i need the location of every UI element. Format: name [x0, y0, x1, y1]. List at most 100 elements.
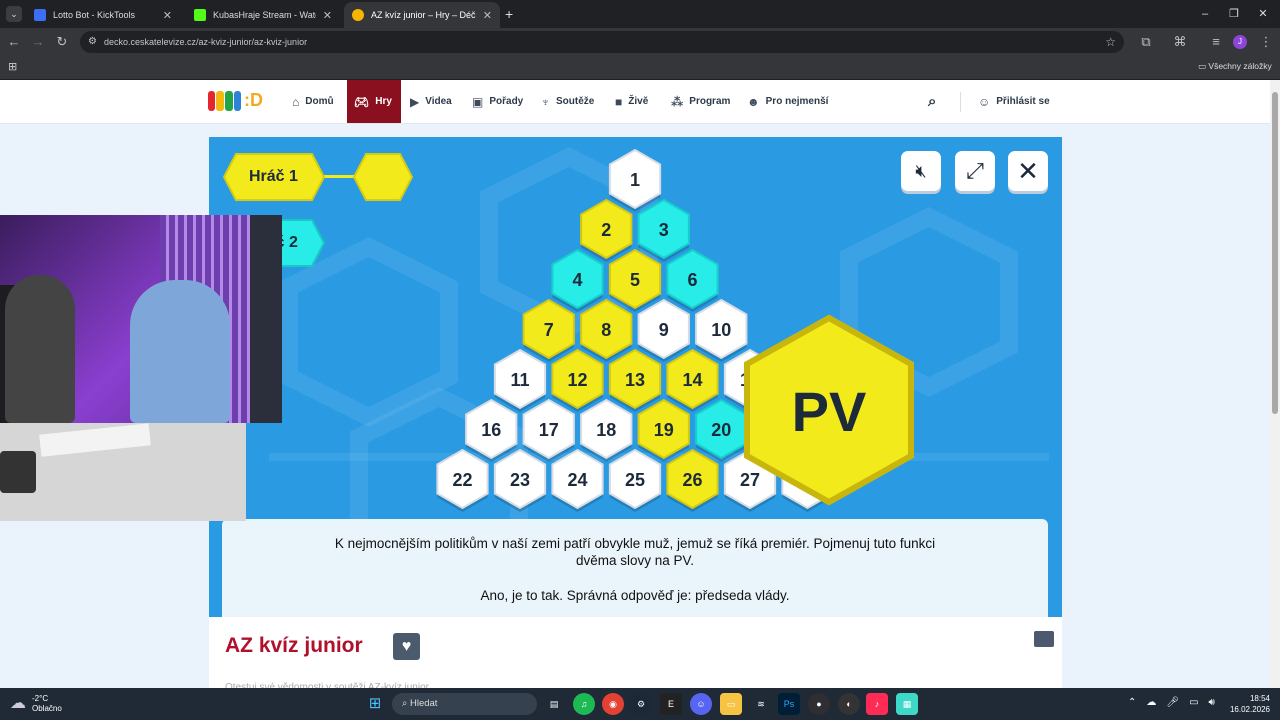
notes-icon[interactable]: ▦ — [896, 693, 918, 715]
header-divider — [960, 92, 961, 112]
hex-tile-7[interactable]: 7 — [522, 298, 575, 362]
hex-tile-number: 20 — [711, 420, 731, 440]
tab-search-button[interactable]: ⌄ — [6, 6, 22, 22]
hex-tile-4[interactable]: 4 — [551, 248, 604, 312]
hex-tile-18[interactable]: 18 — [580, 398, 633, 462]
hex-tile-23[interactable]: 23 — [493, 448, 547, 512]
new-tab-button[interactable]: + — [505, 6, 513, 22]
hex-tile-14[interactable]: 14 — [666, 348, 719, 412]
tab-lotto-bot[interactable]: Lotto Bot - KickTools ✕ — [26, 2, 180, 28]
hex-tile-6[interactable]: 6 — [666, 248, 719, 312]
hex-tile-17[interactable]: 17 — [522, 398, 575, 462]
hex-tile-12[interactable]: 12 — [551, 348, 604, 412]
reload-icon[interactable]: ↻ — [52, 32, 72, 52]
hex-tile-number: 18 — [596, 420, 616, 440]
site-info-icon[interactable]: ⚙ — [88, 31, 97, 53]
steam-icon[interactable]: ⚙ — [630, 693, 652, 715]
close-window-button[interactable]: ✕ — [1250, 4, 1276, 24]
system-tray[interactable]: ⌃☁🎤︎▭🔊︎ — [1128, 697, 1225, 708]
forward-icon[interactable]: → — [28, 32, 48, 52]
obs-icon[interactable]: ● — [808, 693, 830, 715]
hex-tile-number: 11 — [510, 370, 529, 390]
hex-tile-16[interactable]: 16 — [465, 398, 518, 462]
mute-button[interactable]: 🔇︎ — [901, 151, 941, 191]
tab-title: Lotto Bot - KickTools — [53, 10, 136, 20]
hex-tile-number: 14 — [682, 370, 702, 390]
comment-icon[interactable] — [1034, 631, 1054, 647]
minimize-button[interactable]: – — [1192, 4, 1218, 24]
site-logo-text: :D — [244, 90, 263, 110]
fullscreen-button[interactable]: ⤢ — [955, 151, 995, 191]
all-bookmarks[interactable]: ▭ Všechny záložky — [1198, 61, 1272, 72]
hex-tile-3[interactable]: 3 — [637, 198, 690, 262]
hex-tile-8[interactable]: 8 — [580, 298, 633, 362]
start-icon[interactable]: ⊞ — [364, 693, 386, 715]
nav-videa[interactable]: ▶ Videa — [410, 80, 452, 123]
tab-title: KubasHraje Stream - Watch Live — [213, 10, 316, 20]
hex-tile-22[interactable]: 22 — [436, 448, 489, 512]
close-icon[interactable]: ✕ — [483, 9, 492, 22]
spotify-icon[interactable]: ♫ — [573, 693, 595, 715]
menu-icon[interactable]: ⋮ — [1256, 32, 1276, 52]
close-game-button[interactable]: ✕ — [1008, 151, 1048, 191]
hex-tile-number: 8 — [601, 320, 611, 340]
tv-icon: ▣ — [472, 94, 484, 109]
hex-tile-number: 19 — [654, 420, 674, 440]
discord-icon[interactable]: ☺ — [690, 693, 712, 715]
nav-domu[interactable]: ⌂ Domů — [292, 80, 334, 123]
task-view-icon[interactable]: ▤ — [543, 693, 565, 715]
hex-tile-13[interactable]: 13 — [608, 348, 662, 412]
close-icon[interactable]: ✕ — [323, 9, 332, 22]
epic-icon[interactable]: E — [660, 693, 682, 715]
favorite-button[interactable]: ♥ — [393, 633, 420, 660]
hex-tile-1[interactable]: 1 — [608, 148, 662, 212]
chrome-icon[interactable]: ◉ — [602, 693, 624, 715]
hex-tile-24[interactable]: 24 — [551, 448, 604, 512]
nav-souteze[interactable]: ♆ Soutěže — [541, 80, 594, 123]
hex-tile-number: 5 — [630, 270, 640, 290]
weather-widget[interactable]: ☁ -2°C Oblačno — [10, 694, 62, 714]
login-link[interactable]: ☺ Přihlásit se — [978, 80, 1050, 123]
all-bookmarks-label: Všechny záložky — [1208, 61, 1272, 71]
clock[interactable]: 18:54 16.02.2026 — [1228, 693, 1270, 715]
media-icon[interactable]: ≡ — [1206, 32, 1226, 52]
hex-tile-number: 23 — [510, 470, 530, 490]
nav-hry[interactable]: 🎮︎ Hry — [347, 80, 401, 123]
nav-porady[interactable]: ▣ Pořady — [472, 80, 523, 123]
hex-tile-19[interactable]: 19 — [637, 398, 690, 462]
extensions-icon[interactable]: ⧉ — [1136, 32, 1156, 52]
tiktok-icon[interactable]: ♪ — [866, 693, 888, 715]
hex-tile-11[interactable]: 11 — [493, 348, 547, 412]
close-icon[interactable]: ✕ — [163, 9, 172, 22]
apps-icon[interactable]: ⊞ — [8, 60, 17, 73]
app-icon[interactable]: ≋ — [750, 693, 772, 715]
scrollbar-thumb[interactable] — [1272, 92, 1278, 414]
clock-time: 18:54 — [1249, 694, 1270, 703]
star-icon[interactable]: ☆ — [1105, 31, 1116, 53]
hex-tile-26[interactable]: 26 — [666, 448, 719, 512]
extension-puzzle-icon[interactable]: ⌘ — [1170, 32, 1190, 52]
nav-zive[interactable]: ■ Živě — [615, 80, 648, 123]
hex-tile-25[interactable]: 25 — [608, 448, 662, 512]
site-logo[interactable]: :D — [208, 90, 263, 111]
file-explorer-icon[interactable]: ▭ — [720, 693, 742, 715]
maximize-button[interactable]: ❐ — [1221, 4, 1247, 24]
hex-tile-9[interactable]: 9 — [637, 298, 690, 362]
taskbar-search[interactable]: ⌕ Hledat — [392, 693, 537, 715]
photoshop-icon[interactable]: Ps — [778, 693, 800, 715]
tab-kubashraje[interactable]: KubasHraje Stream - Watch Live ✕ — [186, 2, 340, 28]
address-bar[interactable]: ⚙ decko.ceskatelevize.cz/az-kviz-junior/… — [80, 31, 1124, 53]
profile-avatar[interactable]: J — [1233, 35, 1247, 49]
nav-pro-nejmensi[interactable]: ☻ Pro nejmenší — [747, 80, 828, 123]
hex-tile-2[interactable]: 2 — [580, 198, 633, 262]
app2-icon[interactable]: ◐ — [838, 693, 860, 715]
search-icon[interactable]: ⌕ — [928, 80, 936, 123]
hex-tile-number: 1 — [630, 170, 640, 190]
nav-program[interactable]: ⁂ Program — [671, 80, 730, 123]
bookmarks-bar — [0, 56, 1280, 80]
back-icon[interactable]: ← — [4, 32, 24, 52]
play-icon: ▶ — [410, 94, 420, 109]
hex-tile-number: 2 — [601, 220, 611, 240]
hex-tile-5[interactable]: 5 — [608, 248, 662, 312]
tab-az-kviz[interactable]: AZ kvíz junior – Hry – Déčko – Č ✕ — [344, 2, 500, 28]
